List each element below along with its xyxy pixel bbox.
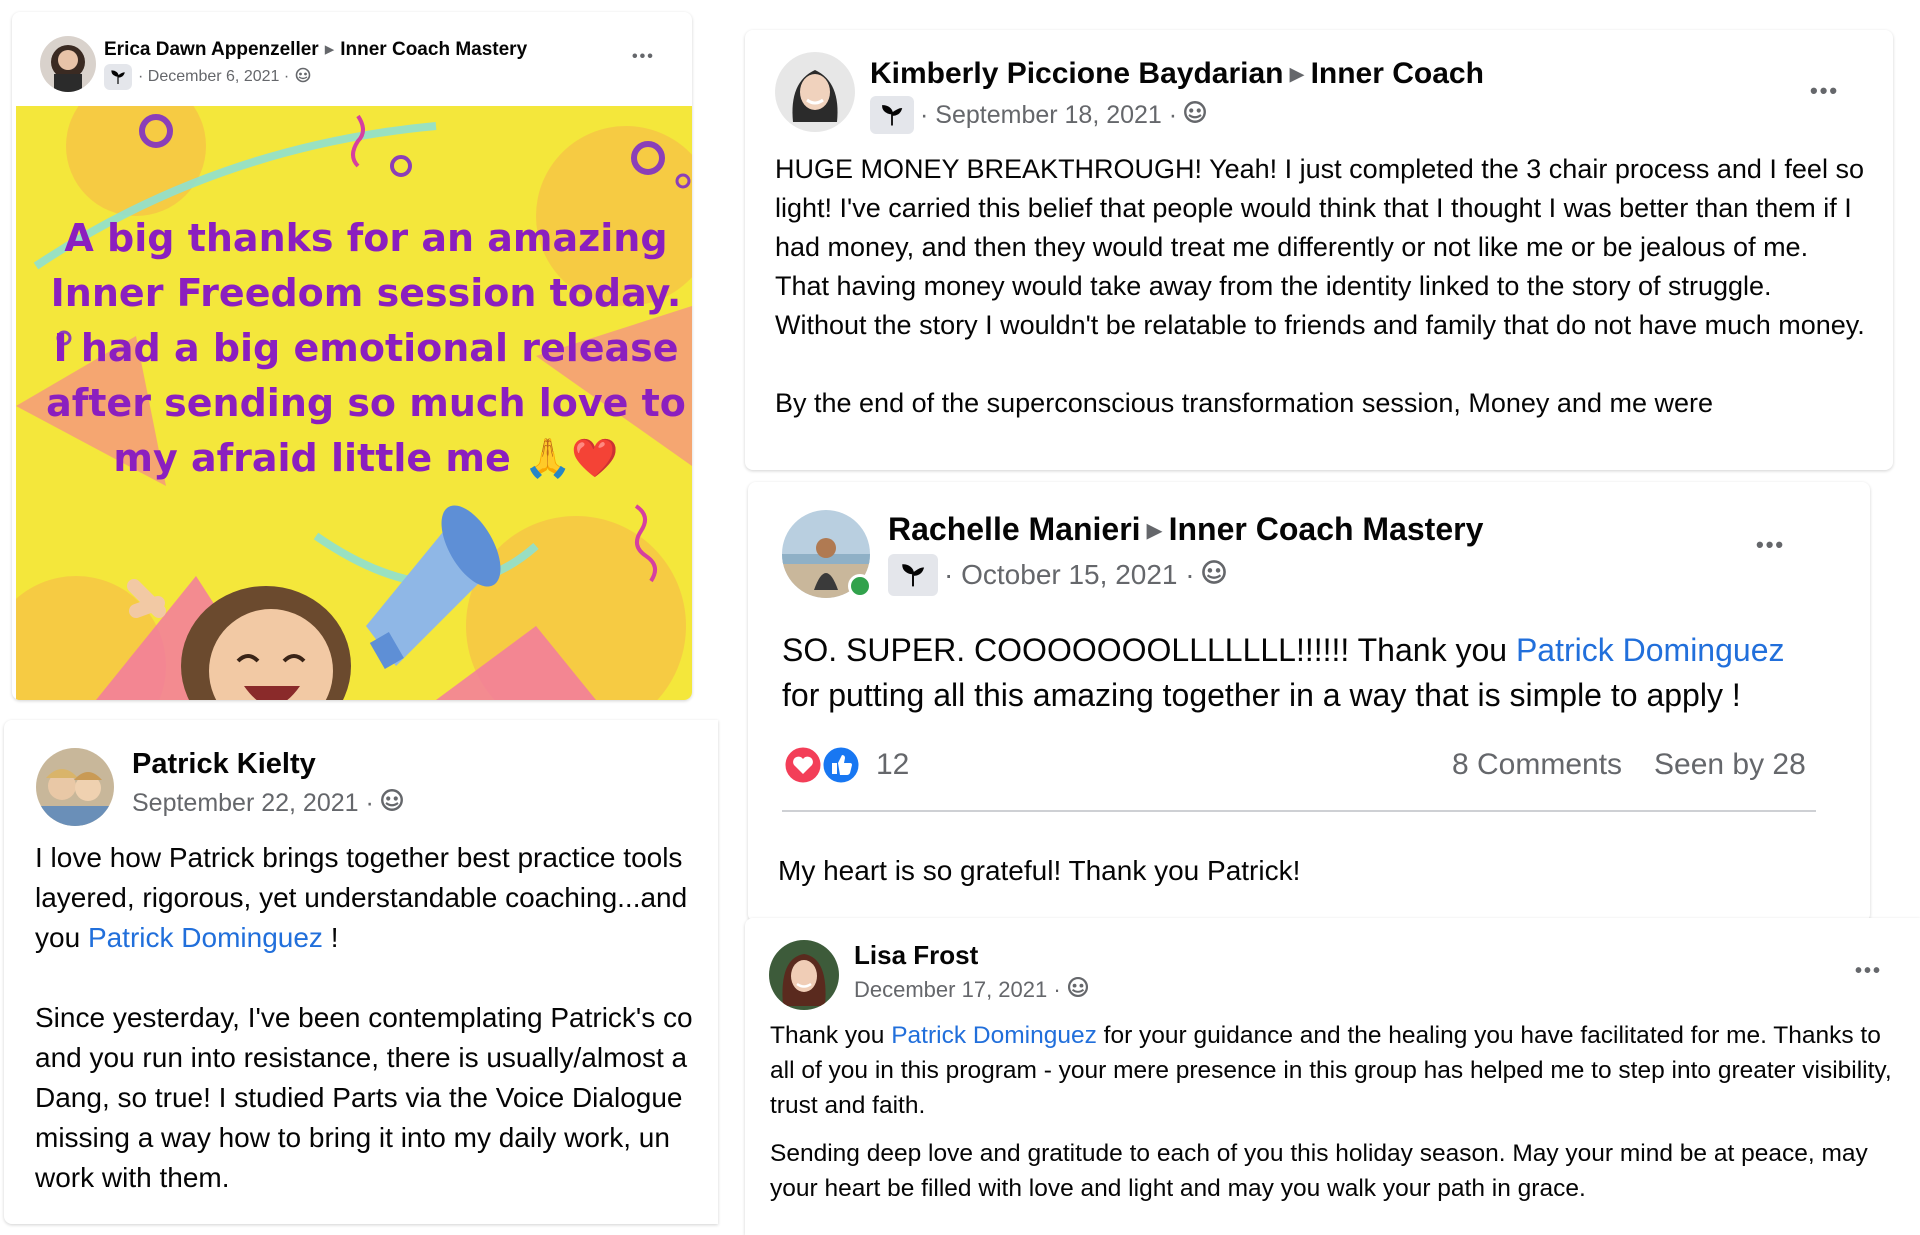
post-date[interactable]: October 15, 2021	[961, 559, 1177, 591]
banner-text: A big thanks for an amazing Inner Freedo…	[46, 216, 686, 480]
love-reaction-icon	[782, 744, 824, 786]
mention-link[interactable]: Patrick Dominguez	[1516, 632, 1785, 668]
body-line: I love how Patrick brings together best …	[35, 842, 683, 873]
body-line: missing a way how to bring it into my da…	[35, 1122, 670, 1153]
post-date[interactable]: December 6, 2021	[148, 68, 280, 86]
avatar[interactable]	[769, 940, 839, 1010]
divider	[782, 810, 1816, 812]
more-options-icon[interactable]: •••	[1756, 532, 1785, 558]
globe-icon	[295, 67, 311, 88]
body-line: work with them.	[35, 1162, 230, 1193]
mention-link[interactable]: Patrick Dominguez	[88, 922, 323, 953]
globe-icon	[380, 788, 404, 819]
post-header-erica: Erica Dawn Appenzeller ▸ Inner Coach Maste…	[104, 38, 527, 61]
caret-right-icon: ▸	[324, 39, 335, 60]
post-date[interactable]: September 22, 2021	[132, 789, 359, 818]
globe-icon	[1183, 100, 1207, 131]
comment-text: My heart is so grateful! Thank you Patri…	[778, 855, 1301, 886]
post-card-erica: Erica Dawn Appenzeller ▸ Inner Coach Maste…	[12, 12, 692, 700]
seen-by-count[interactable]: Seen by 28	[1654, 748, 1806, 782]
post-body: I love how Patrick brings together best …	[35, 838, 718, 1198]
avatar[interactable]	[40, 36, 96, 92]
post-card-kimberly: Kimberly Piccione Baydarian ▸ Inner Coach …	[745, 30, 1893, 470]
more-options-icon[interactable]: •••	[632, 48, 655, 66]
body-paragraph: By the end of the superconscious transfo…	[775, 388, 1713, 418]
caret-right-icon: ▸	[1289, 57, 1305, 90]
post-body: HUGE MONEY BREAKTHROUGH! Yeah! I just co…	[775, 150, 1865, 423]
body-paragraph: SO. SUPER. COOOOOOOLLLLLLL!!!!!! Thank y…	[782, 632, 1785, 713]
online-status-indicator	[848, 574, 872, 598]
group-name[interactable]: Inner Coach Mastery	[340, 39, 527, 60]
author-name[interactable]: Kimberly Piccione Baydarian	[870, 57, 1284, 90]
caret-right-icon: ▸	[1146, 511, 1163, 547]
post-header-rachelle: Rachelle Manieri ▸ Inner Coach Mastery	[888, 510, 1483, 548]
avatar[interactable]	[775, 52, 855, 132]
post-body: Thank you Patrick Dominguez for your gui…	[770, 1018, 1905, 1206]
mention-link[interactable]: Patrick Dominguez	[891, 1022, 1097, 1049]
post-date[interactable]: September 18, 2021	[935, 101, 1162, 130]
post-meta: · September 18, 2021 ·	[870, 96, 1207, 134]
post-date[interactable]: December 17, 2021	[854, 977, 1047, 1003]
body-paragraph: HUGE MONEY BREAKTHROUGH! Yeah! I just co…	[775, 154, 1865, 340]
body-paragraph: Sending deep love and gratitude to each …	[770, 1140, 1868, 1202]
group-icon	[888, 554, 938, 596]
post-card-patrick: Patrick Kielty September 22, 2021 · I lo…	[4, 720, 718, 1224]
post-card-lisa: Lisa Frost December 17, 2021 · ••• Thank…	[745, 918, 1920, 1235]
post-body: SO. SUPER. COOOOOOOLLLLLLL!!!!!! Thank y…	[782, 628, 1822, 718]
author-name[interactable]: Erica Dawn Appenzeller	[104, 39, 319, 60]
post-meta: September 22, 2021 ·	[132, 788, 404, 819]
post-header-kimberly: Kimberly Piccione Baydarian ▸ Inner Coach	[870, 56, 1484, 91]
author-name[interactable]: Lisa Frost	[854, 940, 978, 971]
post-card-rachelle: Rachelle Manieri ▸ Inner Coach Mastery · O…	[748, 482, 1870, 922]
globe-icon	[1201, 559, 1227, 592]
author-name[interactable]: Patrick Kielty	[132, 748, 316, 781]
post-meta: · December 6, 2021 ·	[104, 64, 311, 90]
avatar[interactable]	[36, 748, 114, 826]
body-line: and you run into resistance, there is us…	[35, 1042, 688, 1073]
post-meta: · October 15, 2021 ·	[888, 554, 1227, 596]
post-image-banner[interactable]: A big thanks for an amazing Inner Freedo…	[16, 106, 692, 700]
more-options-icon[interactable]: •••	[1810, 78, 1839, 104]
reaction-count: 12	[876, 748, 910, 781]
group-name[interactable]: Inner Coach	[1311, 57, 1484, 90]
body-paragraph: Thank you Patrick Dominguez for your gui…	[770, 1022, 1892, 1119]
reactions-summary[interactable]: 12	[782, 744, 909, 786]
body-line: Dang, so true! I studied Parts via the V…	[35, 1082, 683, 1113]
comments-count[interactable]: 8 Comments	[1452, 748, 1622, 782]
post-meta: December 17, 2021 ·	[854, 976, 1089, 1004]
like-reaction-icon	[820, 744, 862, 786]
globe-icon	[1067, 976, 1089, 1004]
group-name[interactable]: Inner Coach Mastery	[1169, 511, 1484, 547]
body-line: layered, rigorous, yet understandable co…	[35, 882, 688, 913]
more-options-icon[interactable]: •••	[1855, 960, 1882, 983]
group-icon	[104, 64, 132, 90]
group-icon	[870, 96, 914, 134]
author-name[interactable]: Rachelle Manieri	[888, 511, 1141, 547]
body-line: Since yesterday, I've been contemplating…	[35, 1002, 693, 1033]
body-line: you Patrick Dominguez !	[35, 922, 339, 953]
